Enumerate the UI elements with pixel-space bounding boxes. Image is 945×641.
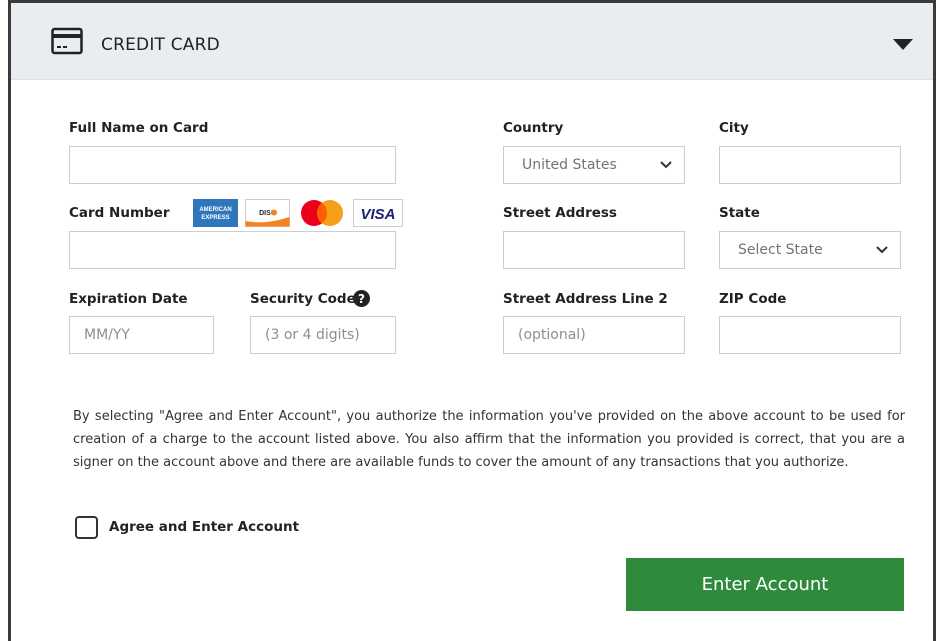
expiration-date-label: Expiration Date	[69, 291, 188, 307]
country-select[interactable]: United States	[503, 146, 685, 184]
state-label: State	[719, 205, 760, 221]
street-address-2-input[interactable]	[503, 316, 685, 354]
mastercard-logo-icon	[301, 200, 343, 226]
security-code-label: Security Code	[250, 291, 356, 307]
state-select[interactable]: Select State	[719, 231, 901, 269]
collapse-caret-icon[interactable]	[893, 39, 913, 50]
authorization-legal-text: By selecting "Agree and Enter Account", …	[73, 409, 905, 470]
zip-code-input[interactable]	[719, 316, 901, 354]
amex-logo-icon: AMERICAN EXPRESS	[193, 199, 238, 227]
zip-code-label: ZIP Code	[719, 291, 787, 307]
enter-account-button[interactable]: Enter Account	[626, 558, 904, 611]
svg-text:AMERICAN: AMERICAN	[199, 207, 231, 213]
header-title: CREDIT CARD	[101, 35, 220, 55]
street-address-label: Street Address	[503, 205, 617, 221]
city-input[interactable]	[719, 146, 901, 184]
visa-logo-icon: VISA	[353, 199, 403, 227]
expiration-date-input[interactable]	[69, 316, 214, 354]
country-label: Country	[503, 120, 564, 136]
city-label: City	[719, 120, 749, 136]
chevron-down-icon	[876, 246, 888, 254]
full-name-label: Full Name on Card	[69, 120, 209, 136]
svg-text:VISA: VISA	[360, 206, 395, 223]
credit-card-icon	[51, 27, 83, 55]
discover-logo-icon: DISC	[245, 199, 290, 227]
credit-card-panel: CREDIT CARD Full Name on Card Card Numbe…	[8, 0, 936, 641]
full-name-input[interactable]	[69, 146, 396, 184]
svg-text:?: ?	[358, 292, 365, 306]
credit-card-header[interactable]: CREDIT CARD	[11, 3, 933, 80]
help-question-icon[interactable]: ?	[353, 290, 370, 307]
svg-text:EXPRESS: EXPRESS	[201, 215, 229, 221]
agree-checkbox-label[interactable]: Agree and Enter Account	[109, 519, 299, 535]
country-select-value: United States	[522, 157, 617, 173]
state-select-value: Select State	[738, 242, 823, 258]
street-address-2-label: Street Address Line 2	[503, 291, 668, 307]
security-code-input[interactable]	[250, 316, 396, 354]
card-number-input[interactable]	[69, 231, 396, 269]
card-number-label: Card Number	[69, 205, 170, 221]
chevron-down-icon	[660, 161, 672, 169]
street-address-input[interactable]	[503, 231, 685, 269]
agree-checkbox[interactable]	[75, 516, 98, 539]
